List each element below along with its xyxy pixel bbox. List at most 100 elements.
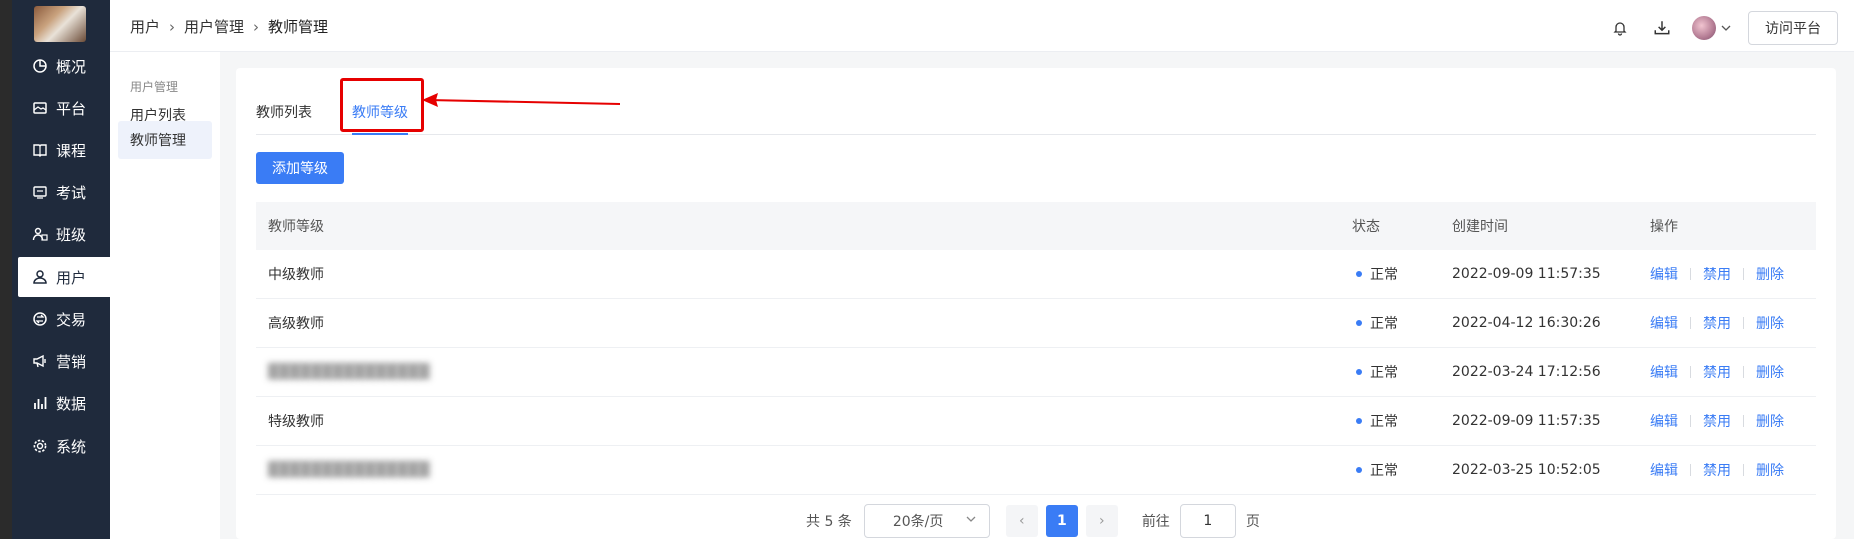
- edit-link[interactable]: 编辑: [1650, 362, 1678, 382]
- sidebar-item-transaction[interactable]: 交易: [12, 299, 110, 339]
- cell-actions: 编辑 禁用 删除: [1650, 264, 1816, 284]
- blurred-level-text: ███████████████: [268, 462, 430, 478]
- table-row: 高级教师 正常 2022-04-12 16:30:26 编辑 禁用 删除: [256, 299, 1816, 348]
- cell-actions: 编辑 禁用 删除: [1650, 362, 1816, 382]
- sidebar-item-label: 班级: [56, 225, 87, 244]
- sidebar-item-user[interactable]: 用户: [18, 257, 110, 297]
- status-text: 正常: [1370, 414, 1398, 430]
- tab-teacher-list[interactable]: 教师列表: [256, 88, 312, 135]
- divider: [1743, 268, 1744, 280]
- status-dot: [1356, 369, 1362, 375]
- sidebar-item-overview[interactable]: 概况: [12, 46, 110, 86]
- status-text: 正常: [1370, 365, 1398, 381]
- cell-level: 特级教师: [268, 414, 324, 430]
- sidebar-item-label: 系统: [56, 437, 87, 456]
- cell-level: 高级教师: [268, 316, 324, 332]
- divider: [1690, 366, 1691, 378]
- page-size-select[interactable]: 20条/页: [863, 504, 990, 538]
- divider: [1690, 268, 1691, 280]
- chevron-right-icon: ›: [1099, 513, 1105, 529]
- disable-link[interactable]: 禁用: [1703, 313, 1731, 333]
- status-dot: [1356, 418, 1362, 424]
- page-unit-label: 页: [1245, 514, 1260, 530]
- status-text: 正常: [1370, 267, 1398, 283]
- sidebar-item-marketing[interactable]: 营销: [12, 341, 110, 381]
- subnav-item-teacher-management[interactable]: 教师管理: [118, 121, 212, 159]
- divider: [1743, 415, 1744, 427]
- divider: [1743, 366, 1744, 378]
- class-icon: [32, 226, 48, 242]
- sidebar-item-label: 数据: [56, 394, 87, 413]
- add-level-button[interactable]: 添加等级: [256, 152, 344, 184]
- chevron-left-icon: ‹: [1019, 513, 1025, 529]
- chevron-right-icon: ›: [253, 17, 260, 36]
- cell-level: 中级教师: [268, 267, 324, 283]
- chevron-right-icon: ›: [169, 17, 176, 36]
- status-text: 正常: [1370, 316, 1398, 332]
- divider: [1690, 415, 1691, 427]
- disable-link[interactable]: 禁用: [1703, 362, 1731, 382]
- logo[interactable]: [34, 6, 86, 42]
- visit-platform-button[interactable]: 访问平台: [1748, 11, 1838, 45]
- blurred-level-text: ███████████████: [268, 364, 430, 380]
- sidebar-item-class[interactable]: 班级: [12, 214, 110, 254]
- breadcrumb-item-user[interactable]: 用户: [130, 16, 160, 37]
- image-icon: [32, 100, 48, 116]
- goto-label: 前往: [1141, 514, 1170, 530]
- avatar[interactable]: [1692, 16, 1716, 40]
- goto-page-input[interactable]: 1: [1179, 504, 1236, 538]
- delete-link[interactable]: 删除: [1756, 264, 1784, 284]
- next-page-button[interactable]: ›: [1085, 505, 1118, 537]
- sidebar-item-data[interactable]: 数据: [12, 383, 110, 423]
- sidebar-item-label: 课程: [56, 141, 87, 160]
- divider: [1690, 317, 1691, 329]
- megaphone-icon: [32, 353, 48, 369]
- sidebar-item-platform[interactable]: 平台: [12, 88, 110, 128]
- chevron-down-icon[interactable]: [1720, 22, 1732, 34]
- download-icon[interactable]: [1652, 18, 1672, 38]
- gear-icon: [32, 438, 48, 454]
- main-sidebar: 概况 平台 课程 考试 班级 用户 交易 营销 数据 系统: [12, 0, 110, 539]
- bell-icon[interactable]: [1610, 18, 1630, 38]
- delete-link[interactable]: 删除: [1756, 362, 1784, 382]
- breadcrumb-item-user-management[interactable]: 用户管理: [184, 16, 244, 37]
- bar-chart-icon: [32, 395, 48, 411]
- table-header: 教师等级 状态 创建时间 操作: [256, 202, 1816, 250]
- user-icon: [32, 269, 48, 285]
- sidebar-item-label: 概况: [56, 57, 87, 76]
- divider: [1743, 464, 1744, 476]
- pagination: 共 5 条 20条/页 ‹ 1 › 前往 1 页: [806, 504, 1260, 538]
- sidebar-item-course[interactable]: 课程: [12, 130, 110, 170]
- disable-link[interactable]: 禁用: [1703, 264, 1731, 284]
- edit-link[interactable]: 编辑: [1650, 411, 1678, 431]
- cell-created: 2022-03-25 10:52:05: [1452, 462, 1601, 478]
- disable-link[interactable]: 禁用: [1703, 411, 1731, 431]
- disable-link[interactable]: 禁用: [1703, 460, 1731, 480]
- delete-link[interactable]: 删除: [1756, 460, 1784, 480]
- main-content: 教师列表 教师等级 添加等级 教师等级 状态 创建时间 操作 中级教师 正常 2…: [236, 68, 1836, 539]
- table-row: ███████████████ 正常 2022-03-24 17:12:56 编…: [256, 348, 1816, 397]
- delete-link[interactable]: 删除: [1756, 411, 1784, 431]
- table-row: ███████████████ 正常 2022-03-25 10:52:05 编…: [256, 446, 1816, 495]
- divider: [1690, 464, 1691, 476]
- page-number-current[interactable]: 1: [1045, 505, 1078, 537]
- column-header-status: 状态: [1352, 219, 1380, 235]
- sidebar-item-exam[interactable]: 考试: [12, 172, 110, 212]
- table-row: 中级教师 正常 2022-09-09 11:57:35 编辑 禁用 删除: [256, 250, 1816, 299]
- annotation-arrow-icon: [422, 93, 620, 107]
- sidebar-item-system[interactable]: 系统: [12, 426, 110, 466]
- edit-link[interactable]: 编辑: [1650, 460, 1678, 480]
- sub-navigation: 用户管理 用户列表 教师管理: [110, 52, 220, 539]
- edit-link[interactable]: 编辑: [1650, 264, 1678, 284]
- column-header-level: 教师等级: [268, 219, 324, 235]
- delete-link[interactable]: 删除: [1756, 313, 1784, 333]
- status-dot: [1356, 467, 1362, 473]
- cell-actions: 编辑 禁用 删除: [1650, 411, 1816, 431]
- cell-status: 正常: [1352, 460, 1452, 480]
- prev-page-button[interactable]: ‹: [1005, 505, 1038, 537]
- transaction-icon: [32, 311, 48, 327]
- edit-link[interactable]: 编辑: [1650, 313, 1678, 333]
- breadcrumb-item-teacher-management: 教师管理: [268, 18, 329, 36]
- cell-level: ███████████████: [256, 462, 1352, 478]
- background-strip: [0, 0, 12, 539]
